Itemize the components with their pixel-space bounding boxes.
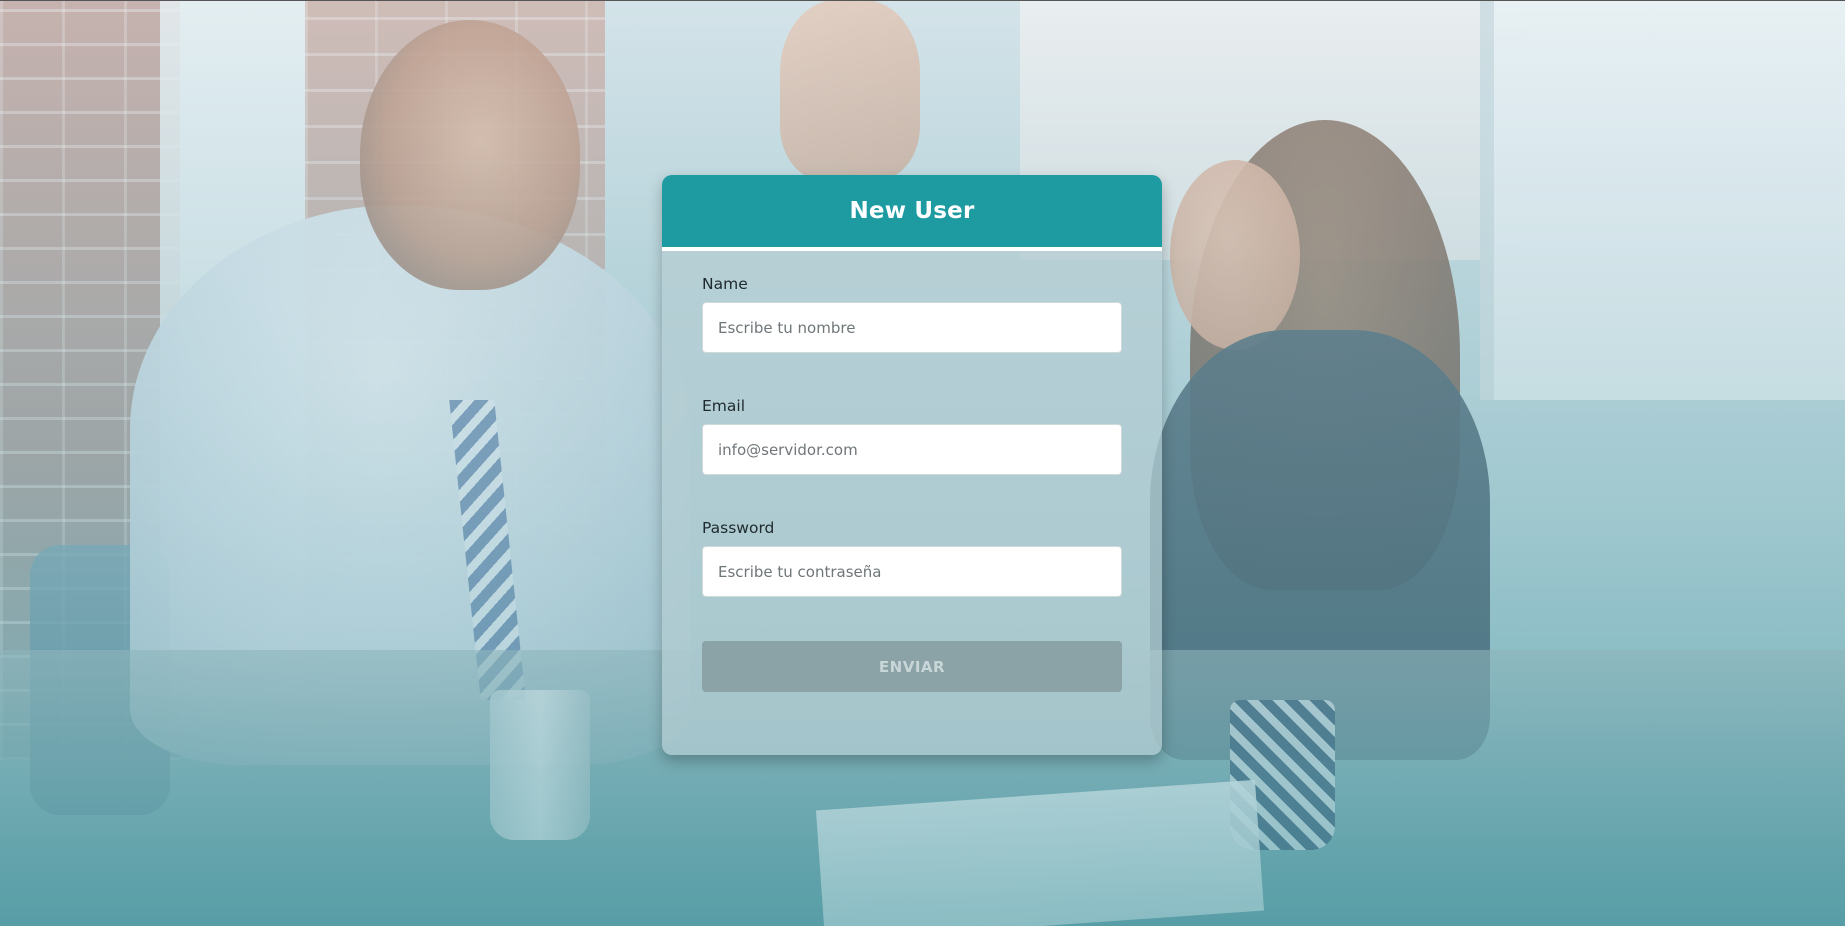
form-title: New User xyxy=(849,198,975,224)
email-field-group: Email xyxy=(702,397,1122,475)
email-input[interactable] xyxy=(702,424,1122,475)
password-label: Password xyxy=(702,519,775,537)
name-label: Name xyxy=(702,275,748,293)
submit-button[interactable]: ENVIAR xyxy=(702,641,1122,692)
name-field-group: Name xyxy=(702,275,1122,353)
background-photo: New User Name Email Password ENVIAR xyxy=(0,0,1845,926)
form-header: New User xyxy=(662,175,1162,251)
password-input[interactable] xyxy=(702,546,1122,597)
form-body: Name Email Password ENVIAR xyxy=(662,251,1162,692)
new-user-form: New User Name Email Password ENVIAR xyxy=(662,175,1162,755)
password-field-group: Password xyxy=(702,519,1122,597)
top-border xyxy=(0,0,1845,1)
name-input[interactable] xyxy=(702,302,1122,353)
email-label: Email xyxy=(702,397,746,415)
